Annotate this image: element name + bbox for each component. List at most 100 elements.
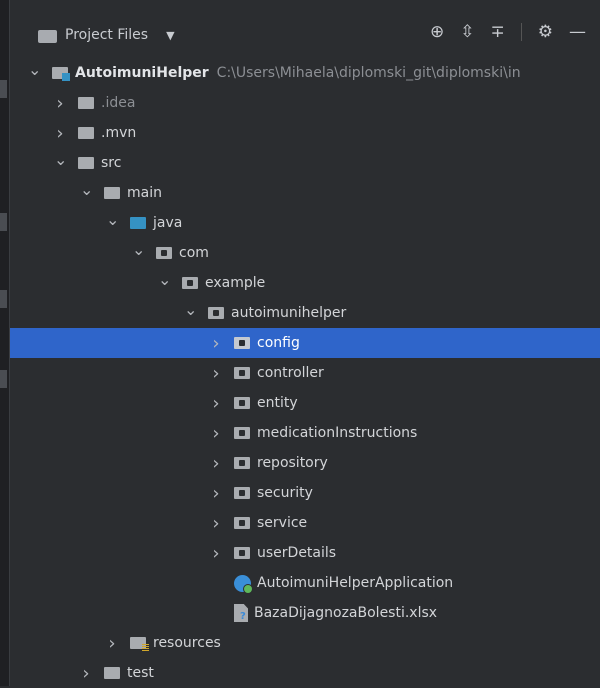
gutter-marker [0, 290, 7, 308]
chevron-down-icon[interactable]: ⌄ [132, 240, 145, 259]
tree-item-label: BazaDijagnozaBolesti.xlsx [254, 605, 438, 621]
unknown-file-badge-icon: ? [240, 611, 246, 622]
toolbar-divider [520, 23, 522, 41]
tree-row-autoimunihelper[interactable]: ⌄ autoimunihelper [10, 298, 600, 328]
folder-icon [78, 127, 94, 139]
gutter-marker [0, 213, 7, 231]
tree-item-label: security [257, 485, 313, 501]
chevron-down-icon[interactable]: ⌄ [158, 270, 171, 289]
chevron-down-icon[interactable]: ⌄ [184, 300, 197, 319]
chevron-down-icon[interactable]: ▼ [166, 29, 174, 42]
chevron-down-icon[interactable]: ⌄ [28, 60, 41, 79]
package-icon [234, 367, 250, 379]
chevron-right-icon[interactable]: › [210, 483, 222, 504]
tree-item-label: repository [257, 455, 328, 471]
tree-row-bazadijagnozabolesti-xlsx[interactable]: ›?BazaDijagnozaBolesti.xlsx [10, 598, 600, 628]
folder-icon [38, 29, 57, 43]
chevron-right-icon[interactable]: › [210, 513, 222, 534]
tree-row-service[interactable]: › service [10, 508, 600, 538]
tree-item-label: resources [153, 635, 221, 651]
tree-row-repository[interactable]: › repository [10, 448, 600, 478]
chevron-right-icon[interactable]: › [210, 333, 222, 354]
locate-icon[interactable]: ⊕ [430, 22, 444, 42]
project-view-title: Project Files [65, 27, 149, 43]
package-icon [234, 337, 250, 349]
package-icon [156, 247, 172, 259]
package-icon [234, 487, 250, 499]
tree-item-label: test [127, 665, 154, 681]
gutter-marker [0, 80, 7, 98]
chevron-down-icon[interactable]: ⌄ [54, 150, 67, 169]
package-icon [234, 457, 250, 469]
tree-row-main[interactable]: ⌄ main [10, 178, 600, 208]
left-gutter [0, 0, 10, 686]
chevron-right-icon[interactable]: › [210, 453, 222, 474]
tree-row-entity[interactable]: › entity [10, 388, 600, 418]
tree-row--mvn[interactable]: › .mvn [10, 118, 600, 148]
tree-item-label: AutoimuniHelper [75, 65, 209, 81]
project-tree: ⌄ AutoimuniHelper C:\Users\Mihaela\diploms… [10, 58, 600, 688]
tree-item-label: main [127, 185, 162, 201]
package-icon [208, 307, 224, 319]
expand-all-icon[interactable]: ⇳ [460, 22, 474, 42]
tree-row-autoimunihelper[interactable]: ⌄ AutoimuniHelper C:\Users\Mihaela\diploms… [10, 58, 600, 88]
tree-row-config[interactable]: › config [10, 328, 600, 358]
tree-row-security[interactable]: › security [10, 478, 600, 508]
tree-item-label: com [179, 245, 209, 261]
resources-folder-icon [130, 637, 149, 651]
chevron-right-icon[interactable]: › [80, 663, 92, 684]
tree-item-label: userDetails [257, 545, 337, 561]
project-path: C:\Users\Mihaela\diplomski_git\diplomski… [216, 65, 521, 81]
tree-row-autoimunihelperapplication[interactable]: ›AutoimuniHelperApplication [10, 568, 600, 598]
tree-item-label: AutoimuniHelperApplication [257, 575, 454, 591]
tree-item-label: entity [257, 395, 298, 411]
tree-item-label: example [205, 275, 266, 291]
chevron-down-icon[interactable]: ⌄ [80, 180, 93, 199]
folder-icon [104, 667, 120, 679]
chevron-right-icon[interactable]: › [210, 393, 222, 414]
tree-item-label: java [153, 215, 183, 231]
project-toolbar: Project Files ▼ ⊕ ⇳ ∓ ⚙ — [10, 0, 600, 60]
tree-item-label: autoimunihelper [231, 305, 347, 321]
folder-icon [104, 187, 120, 199]
tree-row-java[interactable]: ⌄ java [10, 208, 600, 238]
package-icon [234, 547, 250, 559]
project-panel: Project Files ▼ ⊕ ⇳ ∓ ⚙ — ⌄ AutoimuniHelp… [10, 0, 600, 686]
tree-item-label: src [101, 155, 122, 171]
tree-item-label: .mvn [101, 125, 137, 141]
source-folder-icon [130, 217, 146, 229]
project-view-selector[interactable]: Project Files ▼ [38, 24, 175, 46]
chevron-right-icon[interactable]: › [210, 363, 222, 384]
settings-gear-icon[interactable]: ⚙ [538, 22, 553, 42]
package-icon [182, 277, 198, 289]
chevron-right-icon[interactable]: › [54, 123, 66, 144]
xlsx-file-icon: ? [234, 604, 248, 622]
tree-item-label: service [257, 515, 308, 531]
tree-row-src[interactable]: ⌄ src [10, 148, 600, 178]
tree-item-label: config [257, 335, 300, 351]
tree-item-label: .idea [101, 95, 136, 111]
chevron-right-icon[interactable]: › [210, 423, 222, 444]
folder-icon [78, 97, 94, 109]
tree-row-medicationinstructions[interactable]: › medicationInstructions [10, 418, 600, 448]
tree-row-controller[interactable]: › controller [10, 358, 600, 388]
tree-item-label: medicationInstructions [257, 425, 418, 441]
tree-row-com[interactable]: ⌄ com [10, 238, 600, 268]
chevron-right-icon[interactable]: › [54, 93, 66, 114]
tree-row-example[interactable]: ⌄ example [10, 268, 600, 298]
minimize-icon[interactable]: — [569, 22, 586, 42]
project-folder-icon [52, 67, 70, 81]
tree-row-resources[interactable]: › resources [10, 628, 600, 658]
package-icon [234, 427, 250, 439]
folder-icon [78, 157, 94, 169]
chevron-right-icon[interactable]: › [210, 543, 222, 564]
tree-item-label: controller [257, 365, 324, 381]
chevron-down-icon[interactable]: ⌄ [106, 210, 119, 229]
tree-row-test[interactable]: › test [10, 658, 600, 688]
collapse-all-icon[interactable]: ∓ [491, 22, 505, 42]
toolbar-actions: ⊕ ⇳ ∓ ⚙ — [430, 22, 586, 42]
tree-row--idea[interactable]: › .idea [10, 88, 600, 118]
chevron-right-icon[interactable]: › [106, 633, 118, 654]
gutter-marker [0, 370, 7, 388]
tree-row-userdetails[interactable]: › userDetails [10, 538, 600, 568]
